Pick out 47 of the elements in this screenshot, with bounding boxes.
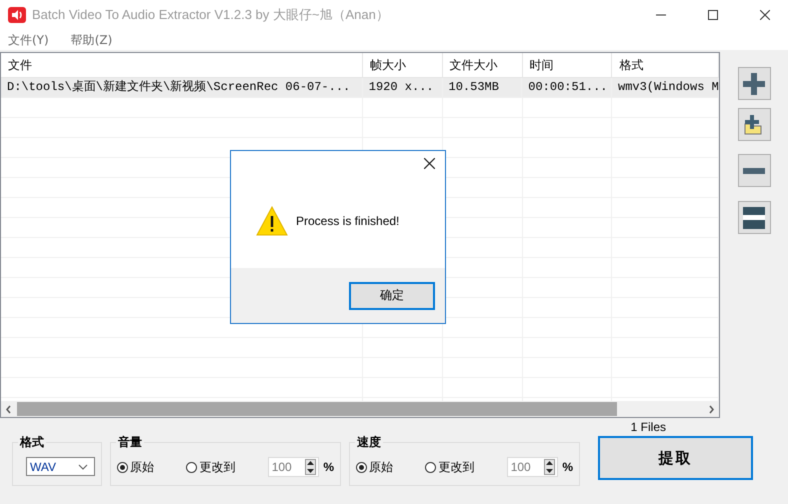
dialog-message: Process is finished! <box>296 214 400 228</box>
format-dropdown[interactable]: WAV <box>26 457 95 476</box>
table-cell: D:\tools\桌面\新建文件夹\新视频\ScreenRec 06-07-... <box>1 78 363 97</box>
column-header[interactable]: 时间 <box>522 53 612 77</box>
radio-option[interactable]: 原始 <box>117 458 186 476</box>
group-label: 音量 <box>116 434 144 451</box>
maximize-icon[interactable] <box>708 10 718 20</box>
window-title: Batch Video To Audio Extractor V1.2.3 by 大眼仔~旭（Anan） <box>32 6 389 24</box>
warning-icon <box>256 206 288 236</box>
minus-icon <box>743 168 765 174</box>
remove-button[interactable] <box>738 154 770 187</box>
spin-arrows-icon <box>305 459 316 475</box>
add-file-button[interactable] <box>738 67 770 100</box>
column-header[interactable]: 文件 <box>1 53 363 77</box>
table-cell: wmv3(Windows M <box>612 78 719 97</box>
table-row[interactable]: D:\tools\桌面\新建文件夹\新视频\ScreenRec 06-07-... 1920 x... 10.53MB 00:00:51... wmv3(Windows M <box>1 78 719 98</box>
file-count: 1 Files <box>630 419 666 436</box>
column-header[interactable]: 格式 <box>612 53 719 77</box>
column-header[interactable]: 帧大小 <box>362 53 443 77</box>
table-cell: 1920 x... <box>362 78 443 97</box>
group-label: 速度 <box>355 434 383 451</box>
close-icon[interactable] <box>760 10 770 20</box>
menu-item[interactable]: 帮助(Z) <box>70 32 112 48</box>
app-icon <box>8 7 26 23</box>
chevron-down-icon <box>78 464 88 470</box>
radio-option[interactable]: 原始 <box>356 458 426 476</box>
radio-option[interactable]: 更改到 <box>186 458 268 476</box>
radio-option[interactable]: 更改到 <box>425 458 507 476</box>
column-header[interactable]: 文件大小 <box>442 53 523 77</box>
table-cell: 00:00:51... <box>522 78 612 97</box>
percent-unit: % <box>323 460 334 474</box>
table-cell: 10.53MB <box>442 78 522 97</box>
spin-arrows-icon <box>544 459 556 475</box>
extract-button[interactable]: 提取 <box>598 436 753 480</box>
clear-list-button[interactable] <box>738 201 770 234</box>
add-folder-button[interactable] <box>738 108 770 141</box>
value-spinner[interactable]: 100 <box>268 457 320 477</box>
ok-button[interactable]: 确定 <box>349 282 435 310</box>
percent-unit: % <box>562 460 573 474</box>
menu-item[interactable]: 文件(Y) <box>8 32 49 48</box>
scrollbar-thumb[interactable] <box>17 402 617 416</box>
list-clear-icon <box>743 206 765 228</box>
plus-icon <box>743 72 765 94</box>
horizontal-scrollbar[interactable] <box>1 401 719 417</box>
value-spinner[interactable]: 100 <box>506 457 558 477</box>
group-label: 格式 <box>18 434 46 451</box>
close-icon[interactable] <box>424 158 435 169</box>
